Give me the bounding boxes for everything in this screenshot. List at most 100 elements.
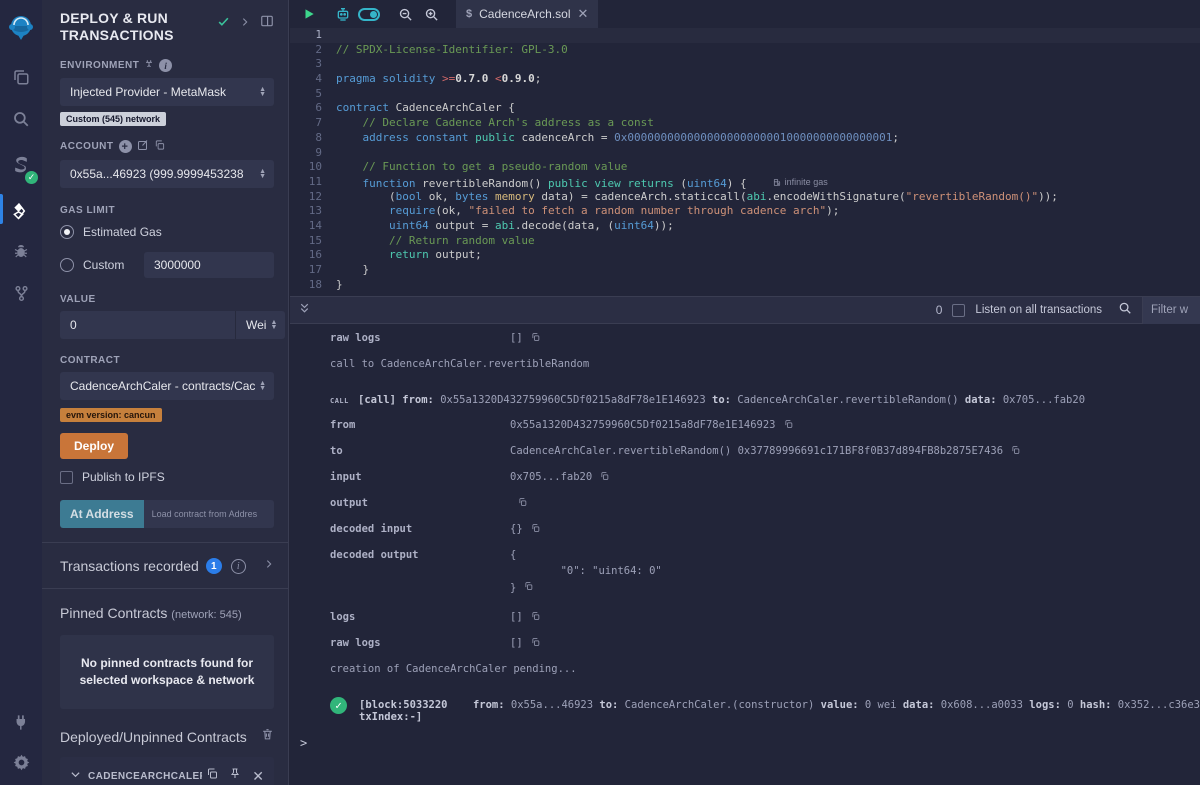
copy-account-icon[interactable] <box>154 139 165 154</box>
publish-ipfs-label: Publish to IPFS <box>82 470 165 484</box>
run-script-play-icon[interactable] <box>296 1 322 27</box>
custom-gas-radio[interactable] <box>60 258 74 272</box>
tab-close-icon[interactable]: ✕ <box>578 6 589 22</box>
transactions-info-icon[interactable]: i <box>231 559 246 574</box>
copy-icon[interactable] <box>531 611 540 624</box>
line-number: 15 <box>290 234 336 249</box>
add-account-icon[interactable]: + <box>119 140 132 153</box>
code-line[interactable]: 16 return output; <box>290 248 1200 263</box>
remix-logo-icon[interactable] <box>0 8 42 46</box>
editor-area: $ CadenceArch.sol ✕ 12// SPDX-License-Id… <box>290 0 1200 785</box>
code-line[interactable]: 9 <box>290 146 1200 161</box>
at-address-button[interactable]: At Address <box>60 500 144 528</box>
value-unit-select[interactable]: Wei ▲▼ <box>235 311 285 339</box>
line-number: 13 <box>290 204 336 219</box>
network-badge: Custom (545) network <box>60 112 166 126</box>
code-line[interactable]: 17 } <box>290 263 1200 278</box>
tab-label: CadenceArch.sol <box>479 7 570 21</box>
account-label: ACCOUNT + <box>60 139 274 154</box>
panel-forward-icon[interactable] <box>240 15 250 33</box>
settings-gear-icon[interactable] <box>0 745 42 779</box>
terminal-expand-chevrons-icon[interactable] <box>298 301 311 320</box>
line-number: 7 <box>290 116 336 131</box>
contract-select[interactable]: CadenceArchCaler - contracts/Cac ▲▼ <box>60 372 274 400</box>
code-line[interactable]: 4pragma solidity >=0.7.0 <0.9.0; <box>290 72 1200 87</box>
copy-icon[interactable] <box>531 332 540 345</box>
ai-toggle-switch[interactable] <box>356 1 382 27</box>
code-line[interactable]: 15 // Return random value <box>290 234 1200 249</box>
plug-small-icon[interactable] <box>144 59 154 72</box>
clear-contracts-trash-icon[interactable] <box>261 727 274 746</box>
line-number: 2 <box>290 43 336 58</box>
transactions-count-badge: 1 <box>206 558 222 574</box>
sign-message-icon[interactable] <box>137 139 149 154</box>
line-number: 10 <box>290 160 336 175</box>
code-editor[interactable]: 12// SPDX-License-Identifier: GPL-3.034p… <box>290 28 1200 296</box>
code-line[interactable]: 13 require(ok, "failed to fetch a random… <box>290 204 1200 219</box>
pin-contract-icon[interactable] <box>229 767 241 785</box>
environment-info-icon[interactable]: i <box>159 59 172 72</box>
code-line[interactable]: 10 // Function to get a pseudo-random va… <box>290 160 1200 175</box>
transactions-recorded-row[interactable]: Transactions recorded 1 i <box>60 543 274 588</box>
code-line[interactable]: 8 address constant public cadenceArch = … <box>290 131 1200 146</box>
copy-icon[interactable] <box>518 497 527 510</box>
custom-gas-input[interactable] <box>144 252 274 278</box>
code-line[interactable]: 1 <box>290 28 1200 43</box>
estimated-gas-radio[interactable] <box>60 225 74 239</box>
terminal: 0 Listen on all transactions Filter w ra… <box>290 296 1200 785</box>
copy-icon[interactable] <box>531 637 540 650</box>
terminal-row: call to CadenceArchCaler.revertibleRando… <box>330 358 1200 370</box>
git-icon[interactable] <box>0 276 42 310</box>
code-line[interactable]: 3 <box>290 57 1200 72</box>
code-line[interactable]: 14 uint64 output = abi.decode(data, (uin… <box>290 219 1200 234</box>
contract-label: CONTRACT <box>60 355 274 366</box>
solidity-compiler-icon[interactable]: ✓ <box>0 146 42 186</box>
at-address-input[interactable]: Load contract from Addres <box>144 500 274 528</box>
deploy-run-icon[interactable] <box>0 192 42 230</box>
code-line[interactable]: 18} <box>290 278 1200 293</box>
code-line[interactable]: 2// SPDX-License-Identifier: GPL-3.0 <box>290 43 1200 58</box>
code-line[interactable]: 11 function revertibleRandom() public vi… <box>290 175 1200 190</box>
file-explorer-icon[interactable] <box>0 60 42 94</box>
copy-icon[interactable] <box>600 471 609 484</box>
line-number: 1 <box>290 28 336 43</box>
zoom-out-icon[interactable] <box>392 1 418 27</box>
chevron-updown-icon: ▲▼ <box>259 87 266 97</box>
transactions-expand-icon[interactable] <box>264 557 274 575</box>
code-line[interactable]: 7 // Declare Cadence Arch's address as a… <box>290 116 1200 131</box>
deployed-contracts-title: Deployed/Unpinned Contracts <box>60 729 247 745</box>
terminal-prompt[interactable]: > <box>300 736 1200 750</box>
value-label: VALUE <box>60 294 274 305</box>
copy-address-icon[interactable] <box>206 767 218 785</box>
panel-pin-view-icon[interactable] <box>260 14 274 33</box>
deploy-button[interactable]: Deploy <box>60 433 128 459</box>
copy-icon[interactable] <box>784 419 793 432</box>
code-line[interactable]: 5 <box>290 87 1200 102</box>
editor-toolbar: $ CadenceArch.sol ✕ <box>290 0 1200 28</box>
zoom-in-icon[interactable] <box>418 1 444 27</box>
copy-icon[interactable] <box>1011 445 1020 458</box>
debugger-icon[interactable] <box>0 234 42 268</box>
copy-icon[interactable] <box>524 581 533 594</box>
code-line[interactable]: 12 (bool ok, bytes memory data) = cadenc… <box>290 190 1200 205</box>
terminal-filter-input[interactable]: Filter w <box>1142 297 1200 324</box>
value-input[interactable] <box>60 311 235 339</box>
environment-select[interactable]: Injected Provider - MetaMask ▲▼ <box>60 78 274 106</box>
code-line[interactable]: 6contract CadenceArchCaler { <box>290 101 1200 116</box>
account-select[interactable]: 0x55a...46923 (999.9999453238 ▲▼ <box>60 160 274 188</box>
search-icon[interactable] <box>0 102 42 136</box>
terminal-output: raw logs[]call to CadenceArchCaler.rever… <box>290 324 1200 750</box>
remove-contract-icon[interactable]: ✕ <box>252 768 264 785</box>
copy-icon[interactable] <box>531 523 540 536</box>
plugin-manager-icon[interactable] <box>0 705 42 739</box>
listen-all-checkbox[interactable] <box>952 304 965 317</box>
terminal-row: decoded output{ "0": "uint64: 0"} <box>330 549 1200 598</box>
publish-ipfs-checkbox[interactable] <box>60 471 73 484</box>
remix-ai-robot-icon[interactable] <box>330 1 356 27</box>
line-number: 12 <box>290 190 336 205</box>
terminal-row: from0x55a1320D432759960C5Df0215a8dF78e1E… <box>330 419 1200 432</box>
tab-cadencearch-sol[interactable]: $ CadenceArch.sol ✕ <box>456 0 598 28</box>
terminal-search-icon[interactable] <box>1118 301 1132 320</box>
card-collapse-icon[interactable] <box>70 767 81 785</box>
deploy-run-panel: DEPLOY & RUN TRANSACTIONS ENVIRONMENT i … <box>42 0 289 785</box>
